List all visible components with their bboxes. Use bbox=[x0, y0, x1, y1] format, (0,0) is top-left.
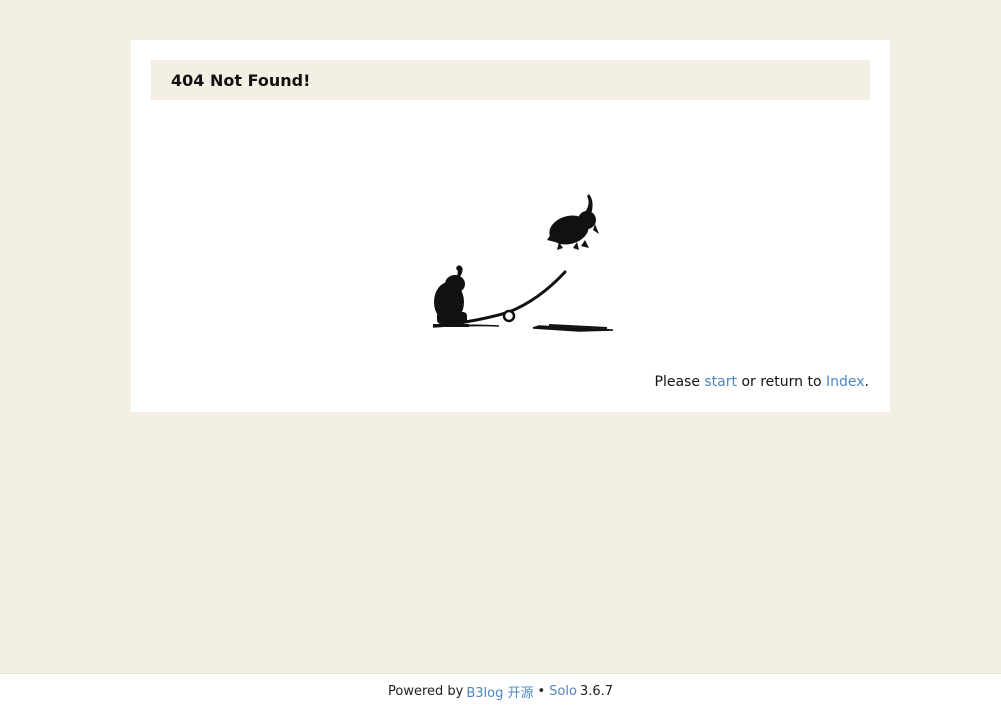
not-found-message: Please start or return to Index. bbox=[655, 374, 870, 390]
powered-by-text: Powered by bbox=[387, 683, 464, 699]
page-title: 404 Not Found! bbox=[171, 70, 311, 90]
solo-link[interactable]: Solo bbox=[549, 684, 577, 699]
elephants-seesaw-illustration bbox=[432, 194, 614, 332]
seesaw-wheel bbox=[502, 309, 516, 323]
page: 404 Not Found! Please start or return to… bbox=[0, 0, 1001, 708]
error-card: 404 Not Found! Please start or return to… bbox=[131, 40, 890, 412]
footer-bullet: • bbox=[537, 683, 546, 699]
message-suffix: . bbox=[864, 374, 869, 390]
b3log-link[interactable]: B3log 开源 bbox=[466, 682, 533, 701]
card-header: 404 Not Found! bbox=[151, 60, 870, 100]
footer: Powered by B3log 开源 • Solo 3.6.7 bbox=[0, 673, 1001, 708]
sitting-elephant bbox=[433, 265, 469, 327]
version-text: 3.6.7 bbox=[579, 683, 614, 699]
message-prefix: Please bbox=[654, 374, 700, 390]
index-link[interactable]: Index bbox=[826, 374, 865, 390]
start-link[interactable]: start bbox=[704, 374, 737, 390]
flying-elephant bbox=[547, 194, 599, 250]
message-middle: or return to bbox=[741, 374, 822, 390]
